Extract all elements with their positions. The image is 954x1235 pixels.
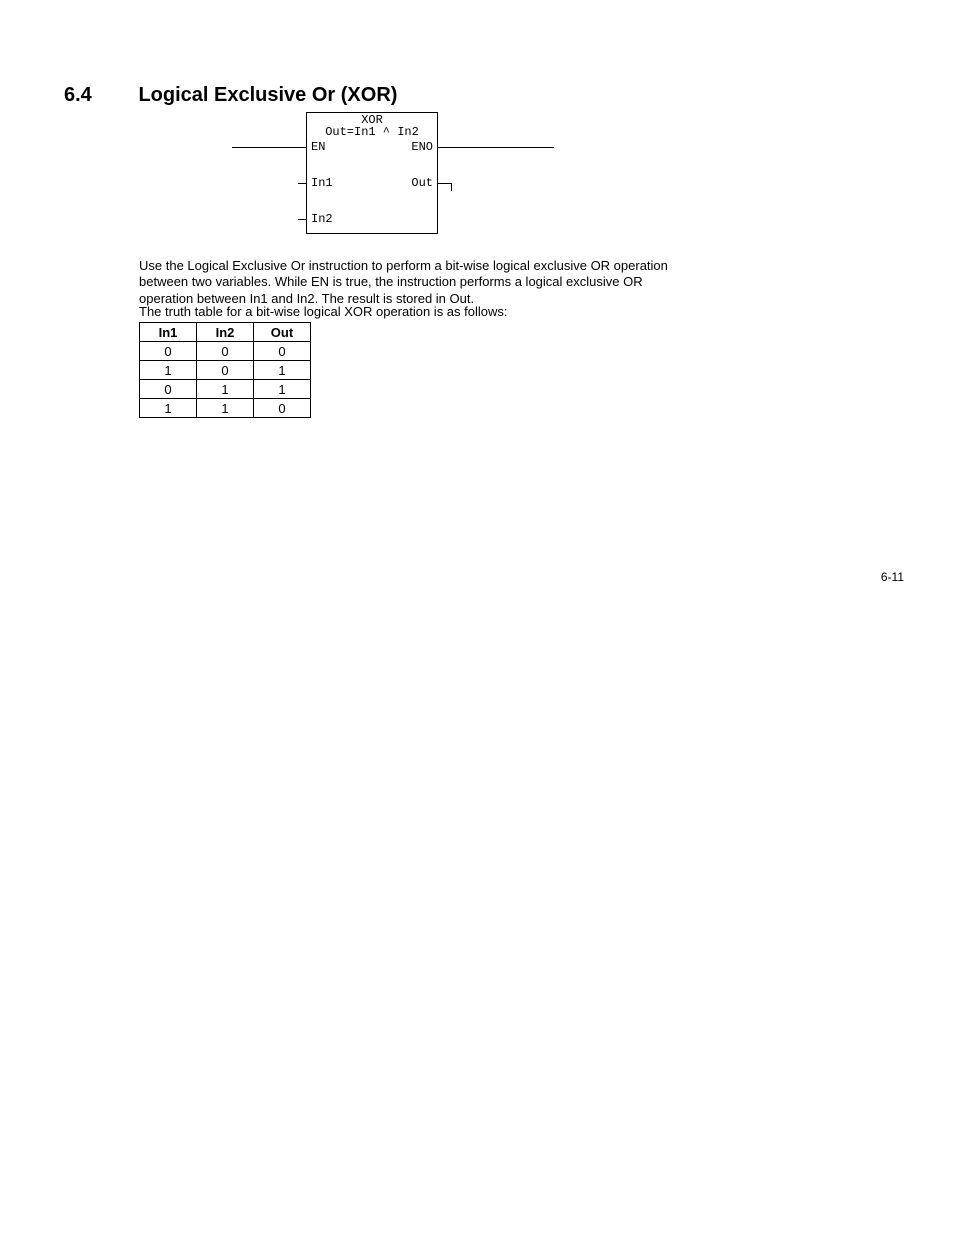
fb-en-label: EN <box>311 141 325 154</box>
cell: 1 <box>140 361 197 380</box>
section-heading: 6.4 Logical Exclusive Or (XOR) <box>64 84 894 107</box>
cell: 0 <box>140 380 197 399</box>
page-number: 6-11 <box>881 570 904 584</box>
table-row: 1 0 1 <box>140 361 311 380</box>
stub-in1 <box>298 183 306 184</box>
cell: 1 <box>254 380 311 399</box>
table-row: 0 1 1 <box>140 380 311 399</box>
cell: 1 <box>197 399 254 418</box>
cell: 0 <box>197 361 254 380</box>
paragraph-truth-intro: The truth table for a bit-wise logical X… <box>139 304 699 320</box>
section-title: Logical Exclusive Or (XOR) <box>138 84 397 107</box>
rail-left <box>232 147 306 148</box>
cell: 1 <box>197 380 254 399</box>
section-number: 6.4 <box>64 84 134 107</box>
th-in1: In1 <box>140 323 197 342</box>
th-in2: In2 <box>197 323 254 342</box>
table-row: 1 1 0 <box>140 399 311 418</box>
th-out: Out <box>254 323 311 342</box>
cell: 1 <box>140 399 197 418</box>
table-row: 0 0 0 <box>140 342 311 361</box>
function-block-diagram: XOR Out=In1 ^ In2 EN ENO In1 Out In2 <box>232 112 554 238</box>
fb-eno-label: ENO <box>411 141 433 154</box>
document-page: 6.4 Logical Exclusive Or (XOR) XOR Out=I… <box>0 0 954 1235</box>
cell: 0 <box>140 342 197 361</box>
cell: 0 <box>197 342 254 361</box>
fb-in2-label: In2 <box>311 213 333 226</box>
cell: 0 <box>254 342 311 361</box>
fb-equation: Out=In1 ^ In2 <box>307 126 437 139</box>
cell: 1 <box>254 361 311 380</box>
cell: 0 <box>254 399 311 418</box>
paragraph-description: Use the Logical Exclusive Or instruction… <box>139 258 699 307</box>
stub-in2 <box>298 219 306 220</box>
table-header-row: In1 In2 Out <box>140 323 311 342</box>
fb-out-label: Out <box>411 177 433 190</box>
function-block-box: XOR Out=In1 ^ In2 EN ENO In1 Out In2 <box>306 112 438 234</box>
truth-table: In1 In2 Out 0 0 0 1 0 1 0 1 1 1 <box>139 322 311 418</box>
stub-out-down <box>451 183 452 191</box>
fb-in1-label: In1 <box>311 177 333 190</box>
rail-right <box>437 147 554 148</box>
stub-out <box>437 183 451 184</box>
